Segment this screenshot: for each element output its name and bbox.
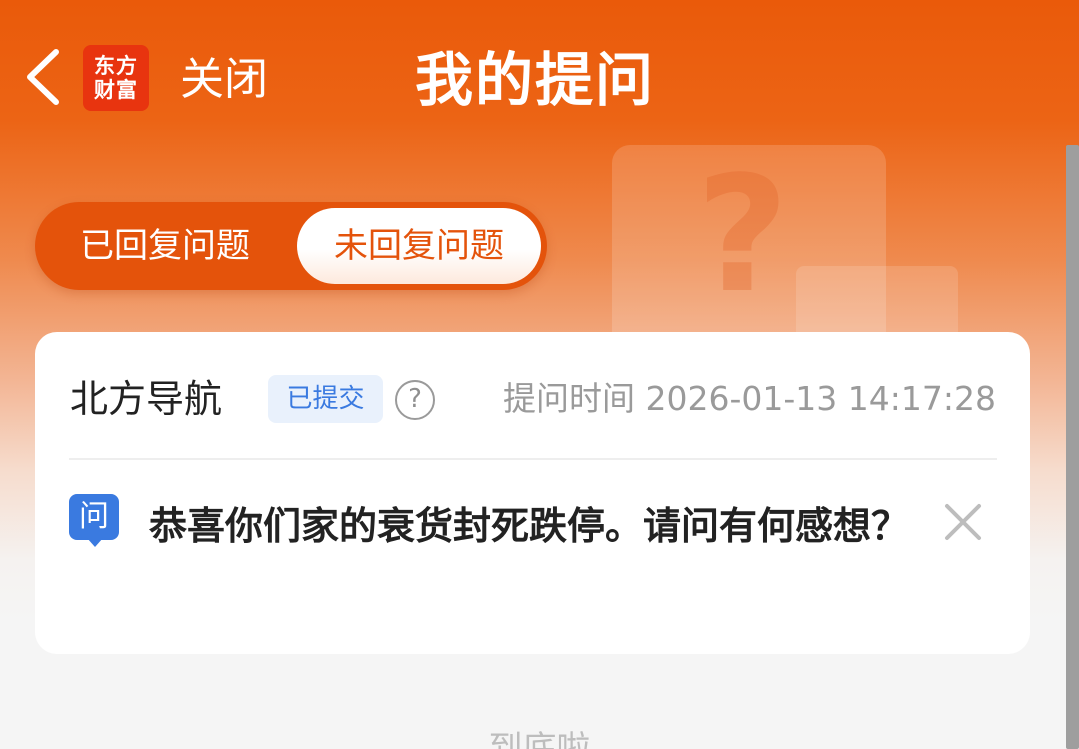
app-logo: 东方 财富 xyxy=(83,45,149,111)
question-card: 北方导航 已提交 ? 提问时间 2026-01-13 14:17:28 问 恭喜… xyxy=(35,332,1030,654)
close-icon[interactable] xyxy=(941,500,985,544)
back-button[interactable] xyxy=(18,42,78,112)
tab-unanswered[interactable]: 未回复问题 xyxy=(297,208,541,284)
ask-time: 提问时间 2026-01-13 14:17:28 xyxy=(503,377,996,421)
question-text: 恭喜你们家的衰货封死跌停。请问有何感想？ xyxy=(149,504,910,548)
chevron-left-icon xyxy=(27,49,59,105)
ask-time-label: 提问时间 xyxy=(503,379,636,418)
tab-answered[interactable]: 已回复问题 xyxy=(35,202,295,290)
page-title: 我的提问 xyxy=(415,46,656,114)
scrollbar[interactable] xyxy=(1066,145,1079,749)
top-bar: 东方 财富 关闭 我的提问 xyxy=(0,0,1079,160)
close-button[interactable]: 关闭 xyxy=(180,50,268,110)
status-badge: 已提交 xyxy=(268,375,383,423)
divider xyxy=(69,458,997,460)
ask-time-value: 2026-01-13 14:17:28 xyxy=(645,379,996,418)
question-badge-icon: 问 xyxy=(69,494,119,540)
stock-name: 北方导航 xyxy=(70,377,223,421)
question-circle-icon[interactable]: ? xyxy=(395,380,435,420)
end-of-list-text: 到底啦 xyxy=(488,729,591,749)
tab-switcher: 已回复问题 未回复问题 xyxy=(35,202,547,290)
